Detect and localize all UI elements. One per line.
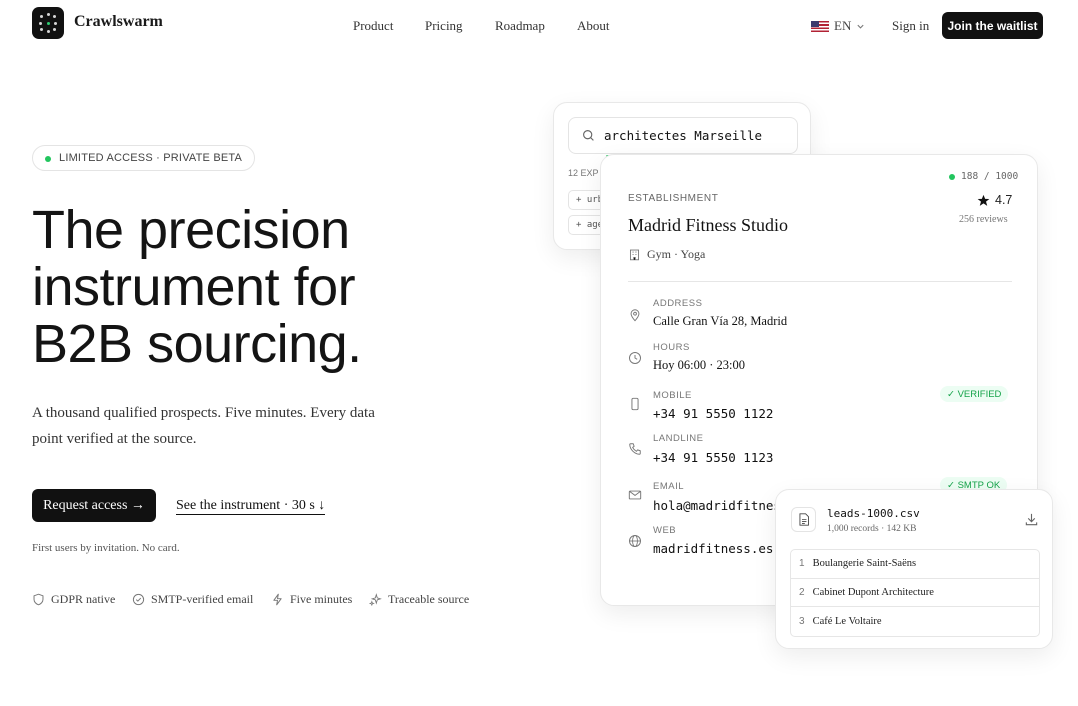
- export-preview-list: 1 Boulangerie Saint-Saëns 2 Cabinet Dupo…: [790, 549, 1040, 637]
- divider: [628, 281, 1012, 282]
- headline-line: The precision: [32, 200, 350, 260]
- logo-icon[interactable]: [32, 7, 64, 39]
- download-icon[interactable]: [1024, 512, 1039, 527]
- landline-value: +34 91 5550 1123: [653, 450, 774, 465]
- feature-label: Five minutes: [290, 592, 353, 606]
- us-flag-icon: [811, 20, 829, 32]
- rating: 4.7: [977, 193, 1012, 207]
- sign-in-link[interactable]: Sign in: [892, 18, 929, 34]
- status-dot-icon: [45, 156, 51, 162]
- web-value[interactable]: madridfitness.es: [653, 541, 773, 556]
- search-input[interactable]: architectes Marseille: [568, 117, 798, 154]
- address-value: Calle Gran Vía 28, Madrid: [653, 314, 788, 328]
- see-instrument-link[interactable]: See the instrument · 30 s ↓: [176, 497, 326, 515]
- establishment-name: Madrid Fitness Studio: [628, 215, 789, 235]
- feature-label: Traceable source: [388, 592, 470, 606]
- join-waitlist-button[interactable]: Join the waitlist: [942, 12, 1043, 39]
- progress-counter: 188 / 1000: [949, 171, 1018, 182]
- building-icon: [629, 249, 640, 261]
- chevron-down-icon: [857, 24, 864, 29]
- subheadline: A thousand qualified prospects. Five min…: [32, 405, 375, 447]
- row-name: Boulangerie Saint-Saëns: [812, 558, 917, 570]
- invitation-note: First users by invitation. No card.: [32, 542, 180, 554]
- lightning-icon: [273, 593, 282, 606]
- email-label: EMAIL: [653, 481, 685, 492]
- feature-gdpr: GDPR native: [32, 592, 115, 607]
- live-dot-icon: [949, 173, 955, 180]
- nav-about[interactable]: About: [577, 18, 610, 34]
- beta-badge: LIMITED ACCESS · PRIVATE BETA: [32, 145, 256, 171]
- brand-name[interactable]: Crawlswarm: [74, 13, 163, 31]
- language-label: EN: [834, 18, 852, 33]
- row-number: 2: [799, 586, 805, 598]
- feature-smtp: SMTP-verified email: [132, 592, 253, 607]
- establishment-eyebrow: ESTABLISHMENT: [628, 193, 719, 204]
- rating-value: 4.7: [995, 193, 1013, 207]
- search-query: architectes Marseille: [604, 128, 763, 143]
- mobile-phone-icon: [631, 397, 639, 411]
- mail-icon: [628, 490, 642, 500]
- expansions-label: 12 EXP: [568, 168, 599, 178]
- web-label: WEB: [653, 525, 677, 536]
- verified-badge: ✓ VERIFIED: [940, 386, 1009, 402]
- export-filename: leads-1000.csv: [827, 507, 920, 520]
- landline-label: LANDLINE: [653, 433, 704, 444]
- feature-speed: Five minutes: [271, 592, 352, 607]
- address-label: ADDRESS: [653, 298, 703, 309]
- language-selector[interactable]: EN: [811, 18, 865, 34]
- email-value: hola@madridfitnes: [653, 498, 781, 513]
- shield-icon: [33, 593, 44, 606]
- headline-line: B2B sourcing.: [32, 314, 362, 374]
- list-item[interactable]: 2 Cabinet Dupont Architecture: [791, 579, 1039, 607]
- mobile-label: MOBILE: [653, 390, 692, 401]
- list-item[interactable]: 1 Boulangerie Saint-Saëns: [791, 550, 1039, 579]
- counter-value: 188 / 1000: [961, 171, 1019, 182]
- sparkle-icon: [369, 593, 382, 606]
- nav-product[interactable]: Product: [353, 18, 393, 34]
- export-card: leads-1000.csv 1,000 records · 142 KB 1 …: [775, 489, 1053, 649]
- location-pin-icon: [630, 309, 640, 322]
- row-number: 1: [799, 558, 805, 570]
- star-icon: [977, 194, 990, 206]
- feature-label: GDPR native: [51, 592, 116, 606]
- search-icon: [583, 130, 594, 141]
- phone-icon: [629, 443, 641, 455]
- hours-value: Hoy 06:00 · 23:00: [653, 358, 746, 372]
- review-count: 256 reviews: [959, 214, 1008, 225]
- row-number: 3: [799, 615, 805, 627]
- mobile-value: +34 91 5550 1122: [653, 406, 774, 421]
- export-meta: 1,000 records · 142 KB: [827, 524, 917, 534]
- headline-line: instrument for: [32, 257, 356, 317]
- category-label: Gym · Yoga: [647, 247, 706, 261]
- check-circle-icon: [132, 593, 145, 606]
- file-icon: [791, 507, 816, 532]
- page-title: The precision instrument for B2B sourcin…: [32, 202, 362, 373]
- category: Gym · Yoga: [628, 247, 705, 262]
- list-item[interactable]: 3 Café Le Voltaire: [791, 607, 1039, 636]
- row-name: Cabinet Dupont Architecture: [812, 586, 934, 598]
- request-access-button[interactable]: Request access →: [32, 489, 156, 522]
- feature-label: SMTP-verified email: [151, 592, 254, 606]
- hours-label: HOURS: [653, 342, 690, 353]
- clock-icon: [629, 352, 641, 364]
- nav-pricing[interactable]: Pricing: [425, 18, 463, 34]
- feature-traceable: Traceable source: [369, 592, 469, 607]
- globe-icon: [629, 535, 641, 547]
- badge-label: LIMITED ACCESS · PRIVATE BETA: [59, 152, 243, 164]
- nav-roadmap[interactable]: Roadmap: [495, 18, 545, 34]
- row-name: Café Le Voltaire: [812, 615, 882, 627]
